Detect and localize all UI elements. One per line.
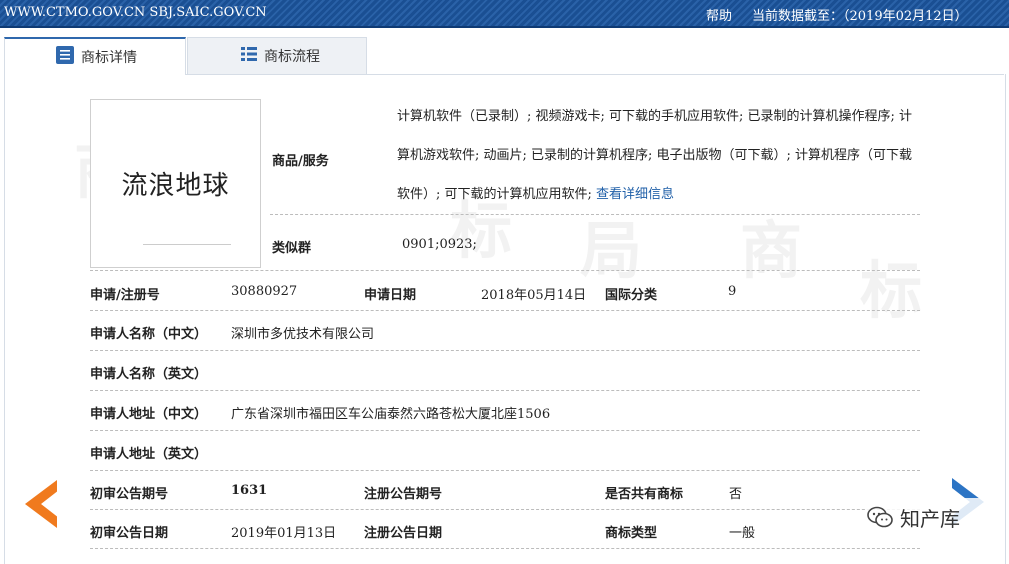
help-link[interactable]: 帮助: [706, 5, 732, 24]
wechat-icon: [867, 506, 893, 528]
brand-name: 知产库: [900, 506, 960, 531]
prelim-no-value: 1631: [231, 483, 268, 498]
site-url: WWW.CTMO.GOV.CN SBJ.SAIC.GOV.CN: [4, 5, 267, 20]
row-divider: [90, 509, 920, 510]
row-divider: [90, 548, 920, 549]
reg-no-label: 申请/注册号: [90, 288, 160, 303]
view-details-link[interactable]: 查看详细信息: [596, 187, 674, 202]
row-divider: [90, 350, 920, 351]
top-bar: WWW.CTMO.GOV.CN SBJ.SAIC.GOV.CN 帮助 当前数据截…: [0, 0, 1009, 26]
document-icon: [55, 45, 75, 69]
row-divider: [90, 470, 920, 471]
tab-trademark-details[interactable]: 商标详情: [4, 37, 186, 75]
intl-class-label: 国际分类: [605, 288, 658, 303]
prelim-no-label: 初审公告期号: [90, 487, 169, 502]
prev-arrow-cutout: [41, 490, 59, 518]
tm-type-value: 一般: [729, 526, 756, 541]
tab-trademark-process[interactable]: 商标流程: [187, 37, 367, 75]
row-divider: [90, 390, 920, 391]
reg-pub-date-label: 注册公告日期: [364, 526, 443, 541]
trademark-image: 流浪地球: [90, 99, 261, 268]
address-cn-label: 申请人地址（中文）: [90, 407, 208, 422]
similar-group-label: 类似群: [272, 241, 312, 256]
image-divider: [143, 244, 231, 245]
row-divider: [90, 310, 920, 311]
prelim-date-label: 初审公告日期: [90, 526, 169, 541]
applicant-cn-label: 申请人名称（中文）: [90, 327, 208, 342]
tab-label: 商标详情: [81, 50, 137, 66]
reg-no-value: 30880927: [231, 284, 298, 299]
tab-label: 商标流程: [264, 49, 320, 65]
goods-label: 商品/服务: [272, 154, 329, 169]
intl-class-value: 9: [728, 284, 737, 299]
list-icon: [240, 45, 258, 67]
row-divider: [270, 214, 920, 215]
trademark-name: 流浪地球: [121, 171, 230, 201]
shared-value: 否: [729, 487, 743, 502]
row-divider: [90, 430, 920, 431]
apply-date-value: 2018年05月14日: [481, 288, 587, 303]
applicant-en-label: 申请人名称（英文）: [90, 367, 208, 382]
data-date: 当前数据截至：（2019年02月12日）: [752, 9, 968, 24]
apply-date-label: 申请日期: [364, 288, 417, 303]
similar-group-value: 0901;0923;: [402, 237, 477, 252]
reg-pub-no-label: 注册公告期号: [364, 487, 443, 502]
top-bar-divider: [0, 26, 1009, 28]
goods-list: 计算机软件（已录制）; 视频游戏卡; 可下载的手机应用软件; 已录制的计算机操作…: [397, 97, 917, 214]
row-divider: [90, 270, 920, 271]
applicant-cn-value: 深圳市多优技术有限公司: [231, 327, 375, 342]
prelim-date-value: 2019年01月13日: [231, 526, 337, 541]
shared-label: 是否共有商标: [605, 487, 684, 502]
brand-watermark: 知产库: [866, 498, 984, 536]
tm-type-label: 商标类型: [605, 526, 658, 541]
address-en-label: 申请人地址（英文）: [90, 447, 208, 462]
address-cn-value: 广东省深圳市福田区车公庙泰然六路苍松大厦北座1506: [231, 407, 551, 422]
